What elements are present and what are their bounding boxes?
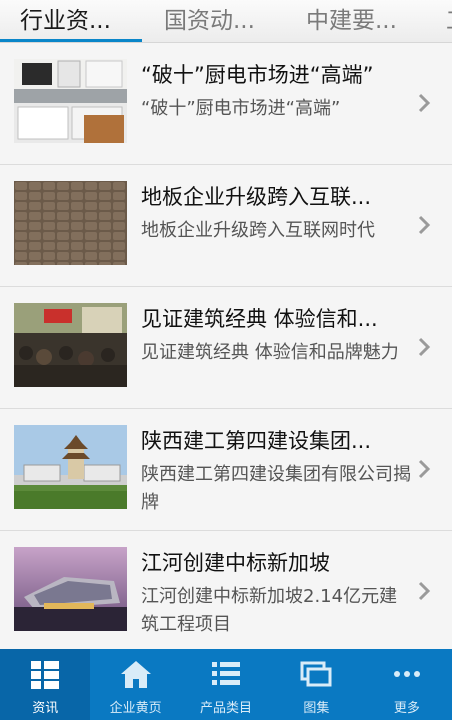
category-tab-bar: 行业资... 国资动... 中建要... 工: [0, 0, 452, 43]
news-summary: “破十”厨电市场进“高端”: [141, 98, 341, 119]
news-thumbnail: [14, 303, 127, 387]
chevron-right-icon: [418, 459, 431, 479]
news-title: 见证建筑经典 体验信和...: [141, 307, 378, 331]
tab-industry-news[interactable]: 行业资...: [14, 0, 117, 42]
news-title: 陕西建工第四建设集团...: [141, 429, 372, 453]
tab-more-category[interactable]: 工: [440, 0, 452, 42]
chevron-right-icon: [418, 337, 431, 357]
chevron-right-icon: [418, 215, 431, 235]
news-item[interactable]: 见证建筑经典 体验信和... 见证建筑经典 体验信和品牌魅力: [0, 287, 452, 409]
tab-cscec-news[interactable]: 中建要...: [300, 0, 403, 42]
nav-news[interactable]: 资讯: [0, 649, 91, 720]
news-thumbnail: [14, 59, 127, 143]
news-title: 江河创建中标新加坡: [141, 551, 330, 575]
list-icon: [212, 662, 241, 685]
nav-company-directory-label: 企业黄页: [109, 701, 162, 716]
nav-more-label: 更多: [393, 701, 420, 716]
nav-gallery[interactable]: 图集: [271, 649, 361, 720]
chevron-right-icon: [418, 93, 431, 113]
tab-state-assets[interactable]: 国资动...: [158, 0, 261, 42]
news-title: 地板企业升级跨入互联...: [141, 185, 372, 209]
news-summary: 地板企业升级跨入互联网时代: [141, 220, 375, 241]
news-thumbnail: [14, 547, 127, 631]
news-thumbnail: [14, 425, 127, 509]
active-tab-indicator: [0, 39, 142, 42]
news-title: “破十”厨电市场进“高端”: [141, 63, 374, 87]
news-summary: 见证建筑经典 体验信和品牌魅力: [141, 342, 399, 363]
more-dots-icon: [393, 671, 420, 677]
home-icon: [120, 661, 151, 688]
news-item[interactable]: “破十”厨电市场进“高端” “破十”厨电市场进“高端”: [0, 43, 452, 165]
news-item[interactable]: 江河创建中标新加坡 江河创建中标新加坡2.14亿元建筑工程项目: [0, 531, 452, 649]
news-item[interactable]: 地板企业升级跨入互联... 地板企业升级跨入互联网时代: [0, 165, 452, 287]
gallery-icon: [300, 661, 332, 687]
news-item[interactable]: 陕西建工第四建设集团... 陕西建工第四建设集团有限公司揭牌: [0, 409, 452, 531]
nav-gallery-label: 图集: [303, 701, 330, 716]
news-list: “破十”厨电市场进“高端” “破十”厨电市场进“高端” 地板企业升级跨入互联..…: [0, 43, 452, 649]
news-summary: 江河创建中标新加坡2.14亿元建筑工程项目: [141, 586, 398, 635]
bottom-nav: 资讯 企业黄页 产品类目 图集 更多: [0, 649, 452, 720]
nav-news-label: 资讯: [32, 701, 59, 716]
nav-more[interactable]: 更多: [362, 649, 452, 720]
nav-company-directory[interactable]: 企业黄页: [90, 649, 180, 720]
news-summary: 陕西建工第四建设集团有限公司揭牌: [141, 464, 411, 513]
nav-product-categories-label: 产品类目: [200, 701, 253, 716]
chevron-right-icon: [418, 581, 431, 601]
news-thumbnail: [14, 181, 127, 265]
nav-product-categories[interactable]: 产品类目: [181, 649, 271, 720]
list-grid-icon: [31, 661, 60, 689]
